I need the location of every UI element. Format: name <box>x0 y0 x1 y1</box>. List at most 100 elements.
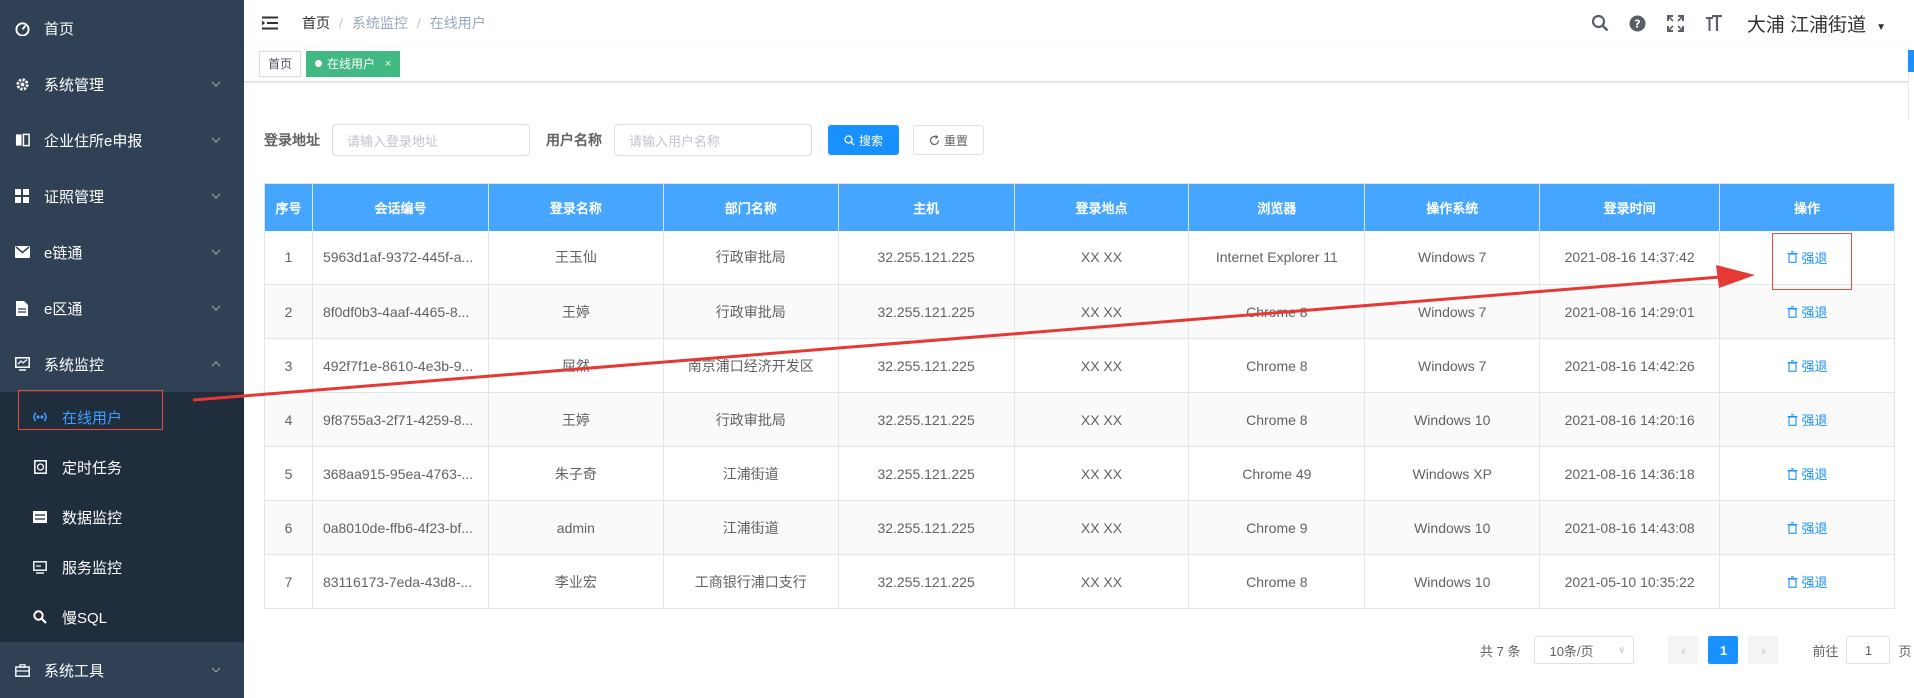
force-logout-button[interactable]: 强退 <box>1787 518 1828 537</box>
close-icon[interactable]: × <box>385 58 391 70</box>
force-logout-button[interactable]: 强退 <box>1787 356 1828 375</box>
table-row: 5 368aa915-95ea-4763-... 朱子奇 江浦街道 32.255.121… <box>264 446 1895 501</box>
force-logout-button[interactable]: 强退 <box>1787 464 1828 483</box>
caret-down-icon[interactable]: ▼ <box>1876 22 1886 33</box>
sidebar-item-home[interactable]: 首页 <box>0 0 244 56</box>
sidebar-item-e-chain[interactable]: e链通 <box>0 224 244 280</box>
sidebar-item-label: 在线用户 <box>62 409 123 427</box>
table-cell-host: 32.255.121.225 <box>838 284 1015 339</box>
force-logout-button[interactable]: 强退 <box>1787 410 1828 429</box>
sidebar-item-scheduled-tasks[interactable]: 定时任务 <box>0 442 244 492</box>
table-cell-os: Windows 10 <box>1364 500 1541 555</box>
table-cell-host: 32.255.121.225 <box>838 500 1015 555</box>
username-label: 用户名称 <box>546 132 602 148</box>
search-icon <box>32 609 48 625</box>
column-header: 操作系统 <box>1364 183 1541 231</box>
table-cell-location: XX XX <box>1014 446 1190 501</box>
sidebar-item-slow-sql[interactable]: 慢SQL <box>0 592 244 642</box>
breadcrumb-item[interactable]: 首页 <box>302 13 330 33</box>
sidebar-item-e-district[interactable]: e区通 <box>0 280 244 336</box>
sidebar-item-system-tools[interactable]: 系统工具 <box>0 642 244 698</box>
sidebar-item-license-management[interactable]: 证照管理 <box>0 168 244 224</box>
table-cell-no: 2 <box>264 284 313 339</box>
sidebar-item-enterprise-declare[interactable]: 企业住所e申报 <box>0 112 244 168</box>
reset-button-label: 重置 <box>944 133 969 148</box>
hamburger-icon[interactable] <box>260 13 280 33</box>
table-cell-time: 2021-08-16 14:43:08 <box>1539 500 1721 555</box>
prev-page-button[interactable]: ‹ <box>1668 636 1699 664</box>
sidebar-item-service-monitor[interactable]: 服务监控 <box>0 542 244 592</box>
ipaddr-label: 登录地址 <box>264 132 320 148</box>
database-icon <box>32 509 48 525</box>
sidebar-item-system-management[interactable]: 系统管理 <box>0 56 244 112</box>
table-cell-browser: Chrome 8 <box>1188 284 1366 339</box>
table-cell-time: 2021-08-16 14:20:16 <box>1539 392 1721 447</box>
table-cell-dept: 工商银行浦口支行 <box>663 554 839 609</box>
column-header: 登录名称 <box>488 183 664 231</box>
tag-label: 首页 <box>268 57 293 71</box>
table-row: 2 8f0df0b3-4aaf-4465-8... 王婷 行政审批局 32.255.12… <box>264 284 1895 339</box>
tag-online-users[interactable]: 在线用户 × <box>306 50 401 77</box>
server-icon <box>32 559 48 575</box>
table-cell-session: 5963d1af-9372-445f-a... <box>312 230 489 285</box>
breadcrumb: 首页 / 系统监控 / 在线用户 <box>302 13 486 33</box>
ipaddr-input[interactable]: 请输入登录地址 <box>332 124 530 156</box>
right-edge-widget <box>1908 48 1914 120</box>
sidebar-item-online-users[interactable]: 在线用户 <box>0 392 244 442</box>
table-cell-browser: Chrome 8 <box>1188 392 1366 447</box>
breadcrumb-separator: / <box>416 15 421 31</box>
page-size-value: 10条/页 <box>1549 643 1594 659</box>
font-size-icon[interactable] <box>1703 12 1725 34</box>
sidebar-item-system-monitor[interactable]: 系统监控 <box>0 336 244 392</box>
force-logout-button[interactable]: 强退 <box>1787 302 1828 321</box>
pagination-goto: 前往 1 页 <box>1812 636 1912 664</box>
grid-icon <box>14 188 30 204</box>
sidebar-item-label: 慢SQL <box>62 609 108 627</box>
page-size-select[interactable]: 10条/页 ∨ <box>1534 636 1635 664</box>
table-cell-dept: 行政审批局 <box>663 230 839 285</box>
table-cell-session: 492f7f1e-8610-4e3b-9... <box>312 338 489 393</box>
refresh-icon <box>929 134 940 146</box>
table-cell-login: admin <box>488 500 664 555</box>
table-cell-dept: 南京浦口经济开发区 <box>663 338 839 393</box>
table-cell-session: 83116173-7eda-43d8-... <box>312 554 489 609</box>
help-icon[interactable]: ? <box>1627 12 1649 34</box>
sidebar-item-data-monitor[interactable]: 数据监控 <box>0 492 244 542</box>
goto-page-input[interactable]: 1 <box>1846 636 1891 664</box>
delete-icon <box>1787 251 1798 264</box>
fullscreen-icon[interactable] <box>1665 12 1687 34</box>
book-icon <box>14 132 30 148</box>
username-input[interactable]: 请输入用户名称 <box>614 124 812 156</box>
chevron-down-icon <box>210 302 222 314</box>
search-button[interactable]: 搜索 <box>828 125 900 155</box>
navbar: 首页 / 系统监控 / 在线用户 ? 大浦 江浦街道 ▼ <box>244 0 1914 46</box>
sidebar-item-label: 企业住所e申报 <box>44 132 143 150</box>
goto-prefix: 前往 <box>1812 643 1839 659</box>
table-cell-host: 32.255.121.225 <box>838 554 1015 609</box>
table-cell-session: 0a8010de-ffb6-4f23-bf... <box>312 500 489 555</box>
online-icon <box>32 409 48 425</box>
chevron-down-icon <box>210 190 222 202</box>
force-logout-label: 强退 <box>1801 521 1828 536</box>
search-button-label: 搜索 <box>859 133 884 148</box>
tag-home[interactable]: 首页 <box>259 50 302 77</box>
page-number-current[interactable]: 1 <box>1708 636 1739 664</box>
document-icon <box>14 300 30 316</box>
table-cell-session: 9f8755a3-2f71-4259-8... <box>312 392 489 447</box>
table-cell-location: XX XX <box>1014 392 1190 447</box>
force-logout-button[interactable]: 强退 <box>1787 572 1828 591</box>
next-page-button[interactable]: › <box>1748 636 1779 664</box>
search-icon[interactable] <box>1589 12 1611 34</box>
table-row: 3 492f7f1e-8610-4e3b-9... 屈然 南京浦口经济开发区 32.25… <box>264 338 1895 393</box>
table-cell-browser: Internet Explorer 11 <box>1188 230 1366 285</box>
reset-button[interactable]: 重置 <box>913 125 985 155</box>
table-cell-browser: Chrome 9 <box>1188 500 1366 555</box>
table-cell-operation: 强退 <box>1719 446 1895 501</box>
column-header: 操作 <box>1719 183 1895 231</box>
sidebar-item-label: 服务监控 <box>62 559 123 577</box>
table-row: 6 0a8010de-ffb6-4f23-bf... admin 江浦街道 32.255… <box>264 500 1895 555</box>
user-name[interactable]: 大浦 江浦街道 <box>1747 10 1866 37</box>
table-cell-no: 3 <box>264 338 313 393</box>
force-logout-button[interactable]: 强退 <box>1787 248 1828 267</box>
table-cell-location: XX XX <box>1014 338 1190 393</box>
